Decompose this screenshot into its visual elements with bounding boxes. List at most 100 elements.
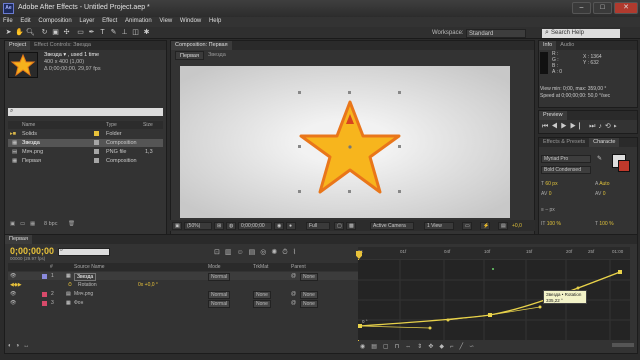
tab-effect-controls[interactable]: Effect Controls: Звезда	[30, 41, 95, 50]
tab-composition[interactable]: Composition: Первая	[171, 41, 232, 50]
grid-icon[interactable]: ⊞	[214, 222, 224, 230]
mask-visibility-icon[interactable]: ◍	[226, 222, 236, 230]
interpret-footage-icon[interactable]: ▣	[10, 221, 15, 227]
text-tool-icon[interactable]: T	[98, 28, 107, 37]
rotation-value[interactable]: 0x +0,0 °	[138, 281, 158, 289]
motion-blur-icon[interactable]: ◎	[260, 249, 271, 256]
brush-tool-icon[interactable]: ✎	[109, 28, 118, 37]
trash-icon[interactable]: 🗑︎	[68, 221, 75, 227]
leading-field[interactable]: A Auto	[595, 181, 609, 187]
layer-row[interactable]: 👁︎ 2 ▤ Мяч.png Normal None @ None	[8, 290, 358, 299]
ram-preview-icon[interactable]: ▸	[614, 123, 620, 130]
minimize-button[interactable]: –	[572, 2, 591, 14]
fast-previews-icon[interactable]: ⚡	[480, 222, 490, 230]
tab-effects-presets[interactable]: Effects & Presets	[539, 138, 589, 147]
edit-keyframe-icon[interactable]: ◆	[439, 344, 450, 350]
menu-view[interactable]: View	[156, 17, 175, 25]
comp-subtab-first[interactable]: Первая	[175, 51, 204, 60]
eye-icon[interactable]: 👁︎	[10, 290, 16, 298]
workspace-select[interactable]: Standard	[466, 29, 526, 38]
view-layout-select[interactable]: 1 View	[424, 222, 454, 230]
comp-subtab-star[interactable]: Звезда	[204, 51, 230, 60]
font-family-select[interactable]: Myriad Pro	[541, 155, 591, 163]
project-item[interactable]: ▦ Первая Composition	[8, 157, 163, 165]
vertical-scale-field[interactable]: IT 100 %	[541, 221, 561, 227]
menu-composition[interactable]: Composition	[35, 17, 74, 25]
graph-type-icon[interactable]: ▤	[371, 344, 383, 350]
rotate-tool-icon[interactable]: ↻	[40, 28, 49, 37]
timeline-icon[interactable]: ▤	[498, 222, 508, 230]
column-parent[interactable]: Parent	[291, 263, 306, 271]
menu-edit[interactable]: Edit	[17, 17, 33, 25]
project-item[interactable]: ▦ Звезда Composition	[8, 139, 163, 147]
graph-editor-icon[interactable]: ⌇	[293, 249, 301, 256]
stroke-width-field[interactable]: ≡ – px	[541, 207, 555, 213]
snapshot-icon[interactable]: ◉	[274, 222, 284, 230]
frame-blending-icon[interactable]: ▤	[249, 249, 261, 256]
layer-switches-icon[interactable]: ◐	[8, 343, 16, 349]
timeline-search-input[interactable]	[58, 248, 110, 256]
column-source-name[interactable]: Source Name	[74, 263, 105, 271]
loop-icon[interactable]: ⟲	[605, 123, 614, 130]
menu-effect[interactable]: Effect	[99, 17, 120, 25]
region-of-interest-icon[interactable]: ▢	[334, 222, 344, 230]
pickwhip-icon[interactable]: @	[291, 299, 296, 307]
resolution-select[interactable]: Full	[306, 222, 330, 230]
camera-tool-icon[interactable]: ▣	[51, 28, 60, 37]
in-out-icon[interactable]: ↔	[23, 343, 33, 349]
auto-keyframe-icon[interactable]: ⏱	[282, 249, 292, 256]
project-search-input[interactable]	[8, 108, 163, 116]
horizontal-scale-field[interactable]: T 100 %	[595, 221, 614, 227]
eye-icon[interactable]: 👁︎	[10, 299, 16, 307]
show-transform-box-icon[interactable]: ▢	[383, 344, 395, 350]
new-folder-icon[interactable]: ▭	[20, 221, 25, 227]
hide-shy-icon[interactable]: ☺	[237, 249, 249, 256]
tab-preview[interactable]: Preview	[539, 111, 567, 120]
menu-window[interactable]: Window	[177, 17, 204, 25]
zoom-select[interactable]: (50%)	[184, 222, 212, 230]
snap-icon[interactable]: ⊓	[395, 344, 406, 350]
menu-layer[interactable]: Layer	[76, 17, 97, 25]
close-button[interactable]: ✕	[614, 2, 638, 14]
eyedropper-icon[interactable]: ✎	[597, 155, 602, 162]
brainstorm-icon[interactable]: ✺	[271, 249, 282, 256]
layer-row[interactable]: 👁︎ 1 ▦ Звезда Normal @ None	[8, 272, 358, 281]
tracking-field[interactable]: AV 0	[595, 191, 605, 197]
rectangle-tool-icon[interactable]: ▭	[76, 28, 85, 37]
column-trkmat[interactable]: TrkMat	[253, 263, 268, 271]
keyframe-nav-icon[interactable]: ◀◆▶	[10, 281, 22, 289]
separate-dimensions-icon[interactable]: ✥	[428, 344, 439, 350]
first-frame-icon[interactable]: ⏮	[542, 123, 551, 130]
kerning-field[interactable]: AV 0	[541, 191, 551, 197]
linear-icon[interactable]: ╱	[459, 344, 469, 350]
always-preview-icon[interactable]: ▣	[172, 222, 182, 230]
stroke-color-swatch[interactable]	[618, 160, 630, 172]
eye-icon[interactable]: 👁︎	[10, 272, 16, 280]
composition-viewer[interactable]	[180, 66, 510, 218]
prev-frame-icon[interactable]: ◀	[551, 123, 560, 130]
maximize-button[interactable]: □	[593, 2, 612, 14]
choose-property-icon[interactable]: ◉	[360, 344, 371, 350]
stopwatch-icon[interactable]: ⏱	[68, 281, 72, 289]
font-size-field[interactable]: T 60 px	[541, 181, 558, 187]
tab-project[interactable]: Project	[5, 41, 31, 50]
selection-tool-icon[interactable]: ➤	[4, 28, 13, 37]
comp-mini-flowchart-icon[interactable]: ⊡	[214, 249, 225, 256]
last-frame-icon[interactable]: ⏭	[589, 123, 598, 130]
project-item[interactable]: ▤ Мяч.png PNG file 1,3	[8, 148, 163, 156]
column-name[interactable]: Name	[22, 121, 35, 129]
tab-timeline-comp[interactable]: Первая	[5, 235, 32, 244]
project-item[interactable]: ▸■ Solids Folder	[8, 130, 163, 138]
auto-bezier-icon[interactable]: ∽	[469, 344, 480, 350]
pen-tool-icon[interactable]: ✒	[87, 28, 96, 37]
camera-select[interactable]: Active Camera	[370, 222, 414, 230]
transparency-grid-icon[interactable]: ▩	[346, 222, 356, 230]
puppet-tool-icon[interactable]: ✱	[142, 28, 151, 37]
bit-depth-button[interactable]: 8 bpc	[44, 221, 57, 227]
zoom-tool-icon[interactable]: 🔍︎	[26, 28, 35, 37]
current-time-field[interactable]: 0;00;00;00	[238, 222, 272, 230]
timeline-timecode[interactable]: 0;00;00;00	[10, 246, 54, 256]
draft-3d-icon[interactable]: ▥	[225, 249, 237, 256]
eraser-tool-icon[interactable]: ◫	[131, 28, 140, 37]
column-size[interactable]: Size	[143, 121, 153, 129]
